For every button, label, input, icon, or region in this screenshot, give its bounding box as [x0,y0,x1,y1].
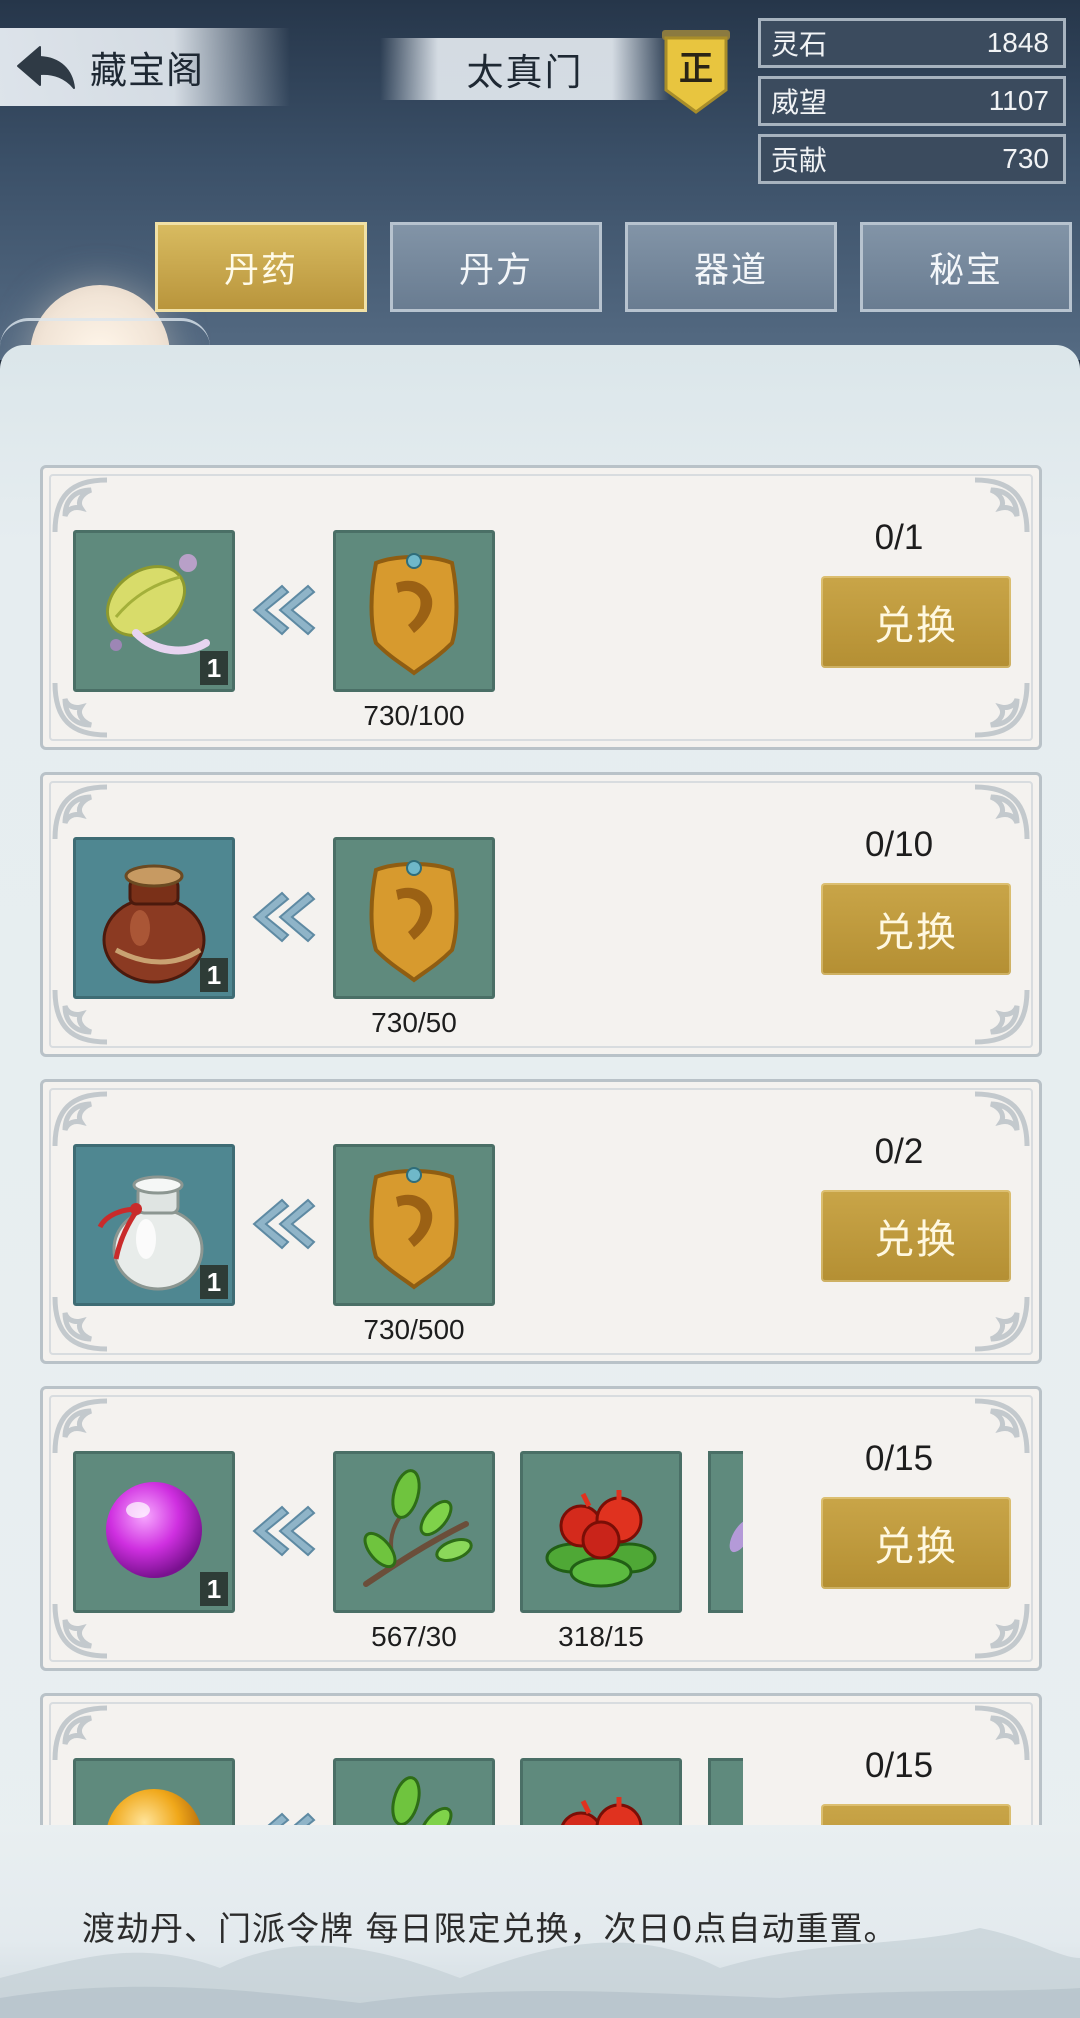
red-fruit-icon [545,1490,657,1588]
reward-quantity: 1 [200,958,228,992]
cost-slot[interactable] [520,1758,682,1825]
cloud-corner-icon [974,1398,1030,1454]
exchange-button[interactable]: 兑换 [821,883,1011,975]
herb-branch-icon [363,1469,473,1587]
cloud-corner-icon [974,1296,1030,1352]
purple-leaf-icon [729,1519,743,1553]
cost-amount: 730/100 [363,700,465,731]
resource-spirit-stone: 灵石 1848 [758,18,1066,68]
cost-slot-partial[interactable] [708,1758,743,1825]
exchange-item: 1 730/50 0/10 兑换 [40,772,1042,1057]
tab-recipes[interactable]: 丹方 [390,222,602,312]
sect-token-icon [369,553,459,676]
cloud-corner-icon [974,477,1030,533]
cloud-corner-icon [974,682,1030,738]
exchange-item: 1 730/100 0/1 兑换 [40,465,1042,750]
golden-pill-icon [107,1789,201,1825]
cost-slot-partial[interactable] [708,1451,743,1613]
sect-token-icon [369,1167,459,1290]
cloud-corner-icon [52,1705,108,1761]
exchange-item: 1 730/500 0/2 兑换 [40,1079,1042,1364]
reward-slot[interactable] [73,1758,235,1825]
cloud-corner-icon [974,1603,1030,1659]
cost-slot[interactable] [333,837,495,999]
reward-slot[interactable]: 1 [73,1144,235,1306]
cloud-corner-icon [974,1705,1030,1761]
exchange-button[interactable]: 兑换 [821,1190,1011,1282]
exchange-item: 1 567/30 318/15 0/15 兑换 [40,1386,1042,1671]
cost-slot[interactable] [333,1451,495,1613]
cloud-corner-icon [52,1398,108,1454]
cloud-corner-icon [974,989,1030,1045]
cost-amount: 730/500 [363,1314,465,1345]
sect-alignment-badge: 正 [660,28,732,116]
resource-value: 730 [1002,143,1049,174]
tab-artifacts[interactable]: 器道 [625,222,837,312]
exchange-reset-notice: 渡劫丹、门派令牌 每日限定兑换，次日0点自动重置。 [82,1909,898,1948]
tab-pills[interactable]: 丹药 [155,222,367,312]
reward-slot[interactable]: 1 [73,1451,235,1613]
exchange-limit: 0/15 [864,1439,934,1478]
double-chevron-left-icon [252,891,316,943]
herb-branch-icon [391,1776,453,1825]
cloud-corner-icon [52,1091,108,1147]
resource-prestige: 威望 1107 [758,76,1066,126]
resource-label: 灵石 [771,28,828,61]
cost-slot[interactable] [333,1758,495,1825]
cost-amount: 730/50 [371,1007,457,1038]
sect-token-icon [369,860,459,983]
cost-slot[interactable] [520,1451,682,1613]
exchange-limit: 0/10 [864,825,934,864]
exchange-item: 0/15 [40,1693,1042,1825]
resource-contribution: 贡献 730 [758,134,1066,184]
double-chevron-left-icon [252,1505,316,1557]
cost-amount: 567/30 [371,1621,457,1652]
exchange-button[interactable]: 兑换 [821,1497,1011,1589]
sect-name-bar: 太真门 [380,38,670,100]
cost-slot[interactable] [333,1144,495,1306]
back-arrow-icon[interactable] [0,37,90,97]
treasure-pavilion-screen: 藏宝阁 太真门 正 灵石 1848 威望 1107 贡献 730 丹药 丹方 器… [0,0,1080,2018]
cloud-corner-icon [52,477,108,533]
back-bar[interactable]: 藏宝阁 [0,28,290,106]
cloud-corner-icon [52,784,108,840]
cloud-corner-icon [974,1091,1030,1147]
tab-secret-treasures[interactable]: 秘宝 [860,222,1072,312]
exchange-limit: 0/15 [864,1746,934,1785]
exchange-list[interactable]: 1 730/100 0/1 兑换 1 730/50 0/10 兑换 1 730/… [0,460,1080,1825]
cloud-decoration [0,318,210,347]
sect-name: 太真门 [466,51,584,94]
resource-value: 1848 [986,27,1049,58]
resource-value: 1107 [988,85,1049,116]
reward-quantity: 1 [200,651,228,685]
resource-label: 威望 [771,86,828,119]
exchange-button[interactable]: 兑换 [821,576,1011,668]
red-fruit-icon [561,1797,643,1825]
exchange-button[interactable] [821,1804,1011,1825]
cloud-corner-icon [974,784,1030,840]
double-chevron-left-icon [252,1198,316,1250]
cost-amount: 318/15 [558,1621,644,1652]
page-title: 藏宝阁 [90,49,204,92]
double-chevron-left-icon [252,584,316,636]
reward-slot[interactable]: 1 [73,530,235,692]
double-chevron-left-icon [267,1812,316,1825]
sect-badge-char: 正 [679,49,713,89]
reward-slot[interactable]: 1 [73,837,235,999]
exchange-limit: 0/1 [874,518,924,557]
reward-quantity: 1 [200,1572,228,1606]
cost-slot[interactable] [333,530,495,692]
exchange-limit: 0/2 [874,1132,924,1171]
reward-quantity: 1 [200,1265,228,1299]
resource-label: 贡献 [771,144,828,177]
